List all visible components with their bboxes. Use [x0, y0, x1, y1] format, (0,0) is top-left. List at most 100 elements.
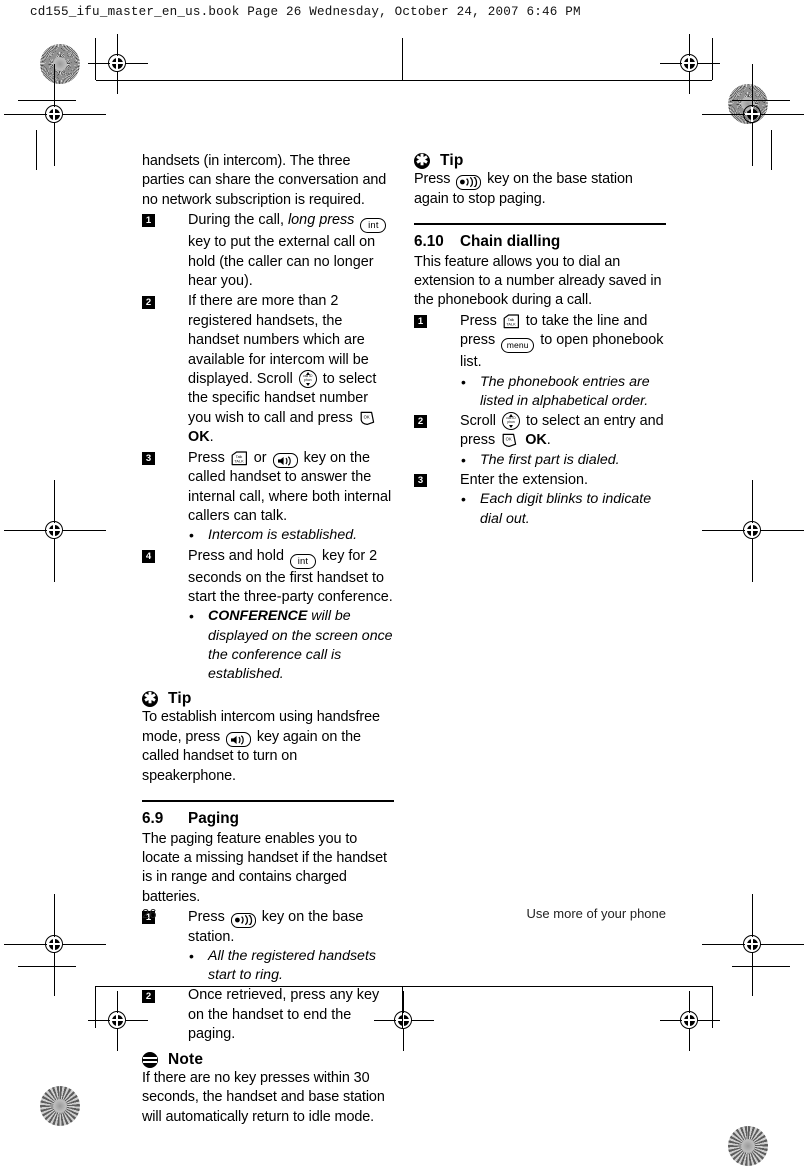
chain-dialling-intro: This feature allows you to dial an exten… — [414, 253, 662, 309]
section-divider-610 — [414, 222, 666, 225]
section-title: Chain dialling — [460, 232, 561, 250]
text-run: During the call, — [188, 212, 288, 229]
text-run: Once retrieved, press any key on the han… — [188, 987, 380, 1043]
emphasis-text: The first part is dialed. — [480, 451, 620, 468]
speakerphone-key-icon — [225, 732, 251, 748]
text-run: key to put the external call on hold (th… — [188, 234, 376, 290]
numbered-step: 2 Scroll call ID phon to select an entry a… — [414, 411, 666, 451]
registration-crosshair-left-lower — [4, 894, 106, 996]
bullet-marker: • — [461, 491, 466, 508]
tip-asterisk-icon: ✱ — [414, 152, 430, 169]
running-title: Use more of your phone — [526, 906, 666, 921]
step-bullet: • CONFERENCE will be displayed on the scr… — [142, 607, 394, 684]
note-title: Note — [168, 1050, 204, 1068]
tip-body-left: To establish intercom using handsfree mo… — [142, 708, 394, 786]
svg-text:TALK: TALK — [506, 322, 516, 326]
step-bullet: • Intercom is established. — [142, 526, 394, 545]
section-heading-69: 6.9 Paging — [142, 810, 394, 828]
note-callout-heading: Note — [142, 1051, 394, 1069]
bullet-marker: • — [189, 527, 194, 544]
registration-crosshair-right-upper — [702, 64, 804, 166]
step-number: 2 — [142, 295, 155, 309]
tip-asterisk-icon: ✱ — [142, 690, 158, 708]
text-run: . — [546, 432, 551, 449]
note-body: If there are no key presses within 30 se… — [142, 1069, 385, 1125]
step-number: 4 — [142, 549, 155, 563]
color-registration-starburst-top-left — [40, 44, 80, 84]
numbered-step: 3 Press Talk TALK or key on the called han… — [142, 449, 394, 527]
text-run: . — [209, 429, 214, 446]
talk-key-icon: Talk TALK — [503, 314, 520, 329]
right-column: ✱ Tip Press key on the base station agai… — [414, 152, 666, 529]
trim-line-left-vertical — [95, 38, 96, 80]
text-run: Enter the extension. — [460, 471, 588, 488]
trim-line-left-edge — [36, 130, 37, 170]
registration-crosshair-top-right — [660, 34, 720, 94]
step-bullet: • The first part is dialed. — [414, 451, 666, 470]
color-registration-starburst-bottom-left — [40, 1086, 80, 1126]
note-lines-icon — [142, 1051, 158, 1068]
emphasis-text: All the registered handsets start to rin… — [208, 948, 376, 984]
left-column: handsets (in intercom). The three partie… — [142, 152, 394, 1127]
emphasis-text: Each digit blinks to indicate dial out. — [480, 491, 652, 527]
int-key-icon: int — [290, 553, 316, 569]
section-divider-69 — [142, 799, 394, 802]
step-number: 2 — [414, 415, 427, 429]
scroll-key-icon: call ID phon — [501, 411, 520, 430]
registration-crosshair-left-upper — [4, 64, 106, 166]
emphasis-text: The phonebook entries are listed in alph… — [480, 373, 650, 409]
trim-line-top-center-vertical — [402, 38, 403, 80]
emphasis-text: Intercom is established. — [208, 527, 358, 544]
step-bullet: • All the registered handsets start to ri… — [142, 947, 394, 985]
strong-text: OK — [525, 432, 547, 449]
step-number: 3 — [414, 474, 427, 488]
registration-crosshair-left-middle — [4, 480, 106, 582]
step-bullet: • The phonebook entries are listed in alp… — [414, 373, 666, 411]
text-run: Press and hold — [188, 547, 288, 564]
svg-text:TALK: TALK — [234, 459, 244, 463]
registration-crosshair-bottom-left — [88, 991, 148, 1051]
registration-crosshair-right-lower — [702, 894, 804, 996]
numbered-step: 2 Once retrieved, press any key on the ha… — [142, 986, 394, 1044]
trim-line-right-vertical — [712, 38, 713, 80]
numbered-step: 2 If there are more than 2 registered han… — [142, 292, 394, 447]
intro-paragraph: handsets (in intercom). The three partie… — [142, 153, 387, 208]
emphasis-text: long press — [287, 212, 355, 229]
talk-key-icon: Talk TALK — [231, 451, 248, 466]
trim-line-bottom-left-short — [18, 966, 76, 967]
section-number: 6.10 — [414, 232, 444, 250]
paging-key-icon — [456, 174, 482, 190]
tip-title: Tip — [168, 690, 192, 708]
intercom-steps-list: 1 During the call, long press int key to … — [142, 211, 394, 684]
section-title: Paging — [188, 809, 239, 827]
bullet-marker: • — [461, 373, 466, 390]
paging-intro: The paging feature enables you to locate… — [142, 830, 387, 905]
trim-line-right-edge — [771, 130, 772, 170]
speakerphone-key-icon — [272, 453, 298, 469]
numbered-step: 1 During the call, long press int key to … — [142, 211, 394, 291]
tip-body-right: Press key on the base station again to s… — [414, 170, 666, 209]
ok-softkey-icon: OK — [359, 410, 377, 426]
color-registration-starburst-bottom-right — [728, 1126, 768, 1166]
strong-text: OK — [188, 429, 210, 446]
svg-text:OK: OK — [363, 414, 369, 419]
page-footer: 26 Use more of your phone — [142, 906, 666, 921]
chain-dialling-steps-list: 1 Press Talk TALK to take the line and pre… — [414, 312, 666, 529]
bullet-marker: • — [189, 948, 194, 965]
trim-line-top — [96, 80, 712, 81]
scroll-key-icon: call ID phon — [298, 370, 317, 389]
strong-text: CONFERENCE — [208, 608, 308, 625]
registration-crosshair-right-middle — [702, 480, 804, 582]
tip-title: Tip — [440, 152, 464, 169]
numbered-step: 3 Enter the extension. — [414, 471, 666, 490]
manual-page: cd155_ifu_master_en_us.book Page 26 Wedn… — [0, 0, 808, 1166]
step-bullet: • Each digit blinks to indicate dial out. — [414, 490, 666, 528]
tip-callout-heading-right: ✱ Tip — [414, 152, 666, 170]
menu-key-icon: menu — [501, 338, 535, 354]
tip-callout-heading-left: ✱ Tip — [142, 690, 394, 708]
ok-softkey-icon: OK — [501, 432, 519, 448]
numbered-step: 4 Press and hold int key for 2 seconds on… — [142, 547, 394, 608]
text-run: or — [249, 449, 271, 466]
text-run: Scroll — [460, 412, 500, 429]
text-run — [354, 212, 358, 228]
